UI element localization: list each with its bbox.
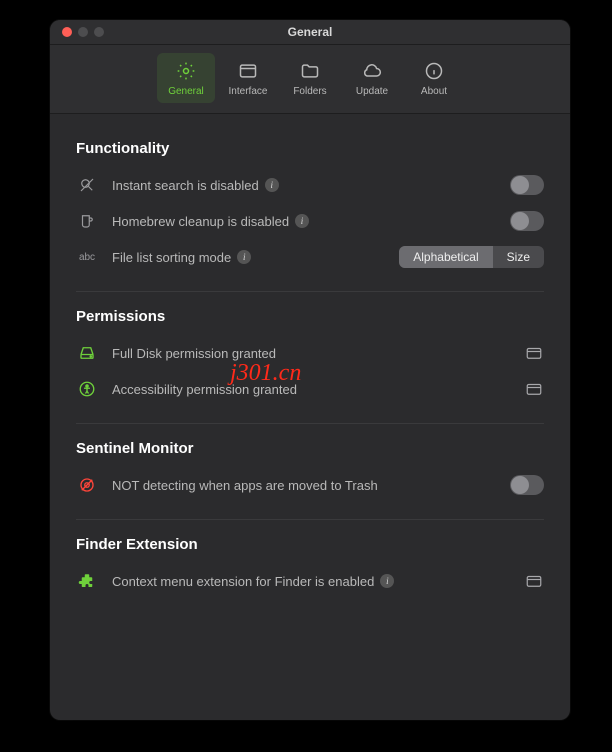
homebrew-cleanup-label: Homebrew cleanup is disabled i: [112, 214, 496, 229]
tab-general[interactable]: General: [157, 53, 215, 103]
sort-mode-label: File list sorting mode i: [112, 250, 385, 265]
accessibility-label: Accessibility permission granted: [112, 382, 510, 397]
tab-interface[interactable]: Interface: [219, 53, 277, 103]
folder-icon: [299, 60, 321, 82]
window-controls: [62, 27, 104, 37]
target-off-icon: [76, 474, 98, 496]
homebrew-cleanup-text: Homebrew cleanup is disabled: [112, 214, 289, 229]
accessibility-icon: [76, 378, 98, 400]
window-icon: [237, 60, 259, 82]
instant-search-toggle[interactable]: [510, 175, 544, 195]
divider: [76, 519, 544, 520]
sort-mode-segmented: Alphabetical Size: [399, 246, 544, 268]
window-title: General: [288, 25, 333, 39]
row-full-disk: Full Disk permission granted: [76, 335, 544, 371]
tab-update-label: Update: [356, 86, 388, 97]
finder-ext-text: Context menu extension for Finder is ena…: [112, 574, 374, 589]
finder-ext-label: Context menu extension for Finder is ena…: [112, 574, 510, 589]
info-icon[interactable]: i: [380, 574, 394, 588]
toolbar-tabs: General Interface Folders Update About: [50, 45, 570, 114]
info-icon[interactable]: i: [295, 214, 309, 228]
instant-search-text: Instant search is disabled: [112, 178, 259, 193]
section-title-finder-ext: Finder Extension: [76, 536, 544, 553]
cloud-icon: [361, 60, 383, 82]
preferences-window: General General Interface Folders Update: [50, 20, 570, 720]
open-settings-icon[interactable]: [524, 571, 544, 591]
tab-interface-label: Interface: [229, 86, 268, 97]
row-sort-mode: abc File list sorting mode i Alphabetica…: [76, 239, 544, 275]
sort-mode-text: File list sorting mode: [112, 250, 231, 265]
sentinel-toggle[interactable]: [510, 475, 544, 495]
tab-about-label: About: [421, 86, 447, 97]
divider: [76, 423, 544, 424]
sort-option-size[interactable]: Size: [493, 246, 544, 268]
info-icon[interactable]: i: [265, 178, 279, 192]
row-instant-search: Instant search is disabled i: [76, 167, 544, 203]
instant-search-label: Instant search is disabled i: [112, 178, 496, 193]
tab-update[interactable]: Update: [343, 53, 401, 103]
section-title-functionality: Functionality: [76, 140, 544, 157]
row-homebrew-cleanup: Homebrew cleanup is disabled i: [76, 203, 544, 239]
zoom-window-button[interactable]: [94, 27, 104, 37]
open-settings-icon[interactable]: [524, 379, 544, 399]
sort-option-alphabetical[interactable]: Alphabetical: [399, 246, 492, 268]
section-title-permissions: Permissions: [76, 308, 544, 325]
divider: [76, 291, 544, 292]
row-accessibility: Accessibility permission granted: [76, 371, 544, 407]
sentinel-detecting-label: NOT detecting when apps are moved to Tra…: [112, 478, 496, 493]
minimize-window-button[interactable]: [78, 27, 88, 37]
row-finder-ext: Context menu extension for Finder is ena…: [76, 563, 544, 599]
disk-icon: [76, 342, 98, 364]
homebrew-cleanup-toggle[interactable]: [510, 211, 544, 231]
row-sentinel-detecting: NOT detecting when apps are moved to Tra…: [76, 467, 544, 503]
gear-icon: [175, 60, 197, 82]
info-icon[interactable]: i: [237, 250, 251, 264]
tab-general-label: General: [168, 86, 204, 97]
full-disk-label: Full Disk permission granted: [112, 346, 510, 361]
open-settings-icon[interactable]: [524, 343, 544, 363]
titlebar: General: [50, 20, 570, 45]
content-area: Functionality Instant search is disabled…: [50, 114, 570, 720]
close-window-button[interactable]: [62, 27, 72, 37]
mug-icon: [76, 210, 98, 232]
section-title-sentinel: Sentinel Monitor: [76, 440, 544, 457]
tab-folders-label: Folders: [293, 86, 326, 97]
puzzle-icon: [76, 570, 98, 592]
search-disabled-icon: [76, 174, 98, 196]
tab-folders[interactable]: Folders: [281, 53, 339, 103]
abc-icon: abc: [76, 246, 98, 268]
info-icon: [423, 60, 445, 82]
tab-about[interactable]: About: [405, 53, 463, 103]
